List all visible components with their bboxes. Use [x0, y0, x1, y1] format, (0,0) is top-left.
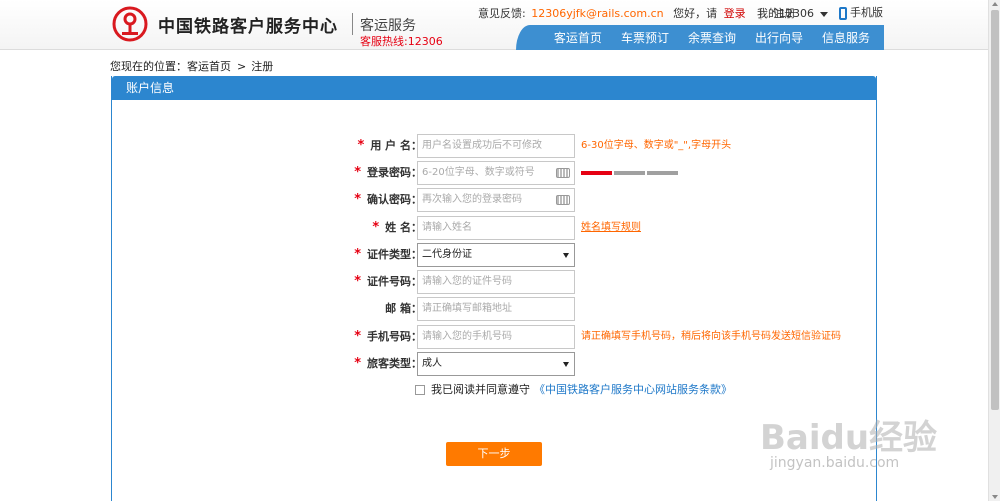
username-label: * 用 户 名： — [357, 138, 422, 153]
panel-title: 账户信息 — [112, 76, 876, 100]
keyboard-icon[interactable] — [556, 168, 570, 178]
required-mark: * — [372, 220, 380, 235]
breadcrumb-home-link[interactable]: 客运首页 — [187, 60, 231, 73]
dropdown-arrow-icon — [563, 253, 569, 258]
next-step-button[interactable]: 下一步 — [446, 442, 542, 466]
scroll-down-arrow-icon[interactable] — [992, 495, 998, 499]
required-mark: * — [354, 247, 361, 262]
id-type-row: * 证件类型： 二代身份证 — [112, 243, 878, 267]
required-mark: * — [354, 356, 361, 371]
agreement-row: 我已阅读并同意遵守 《中国铁路客户服务中心网站服务条款》 — [415, 383, 732, 397]
name-row: * 姓 名： 请输入姓名 姓名填写规则 — [112, 216, 878, 240]
agree-text: 我已阅读并同意遵守 — [431, 383, 530, 396]
page: 中国铁路客户服务中心 客运服务 客服热线:12306 意见反馈: 12306yj… — [0, 0, 1000, 501]
required-mark: * — [354, 192, 361, 207]
login-link[interactable]: 登录 — [724, 5, 746, 21]
top-links: 意见反馈: 12306yjfk@rails.com.cn 您好，请 登录 | 注… — [478, 5, 795, 21]
required-mark: * — [354, 165, 361, 180]
greeting-text: 您好，请 — [673, 7, 718, 20]
dropdown-arrow-icon — [563, 362, 569, 367]
password-strength-meter — [581, 171, 678, 175]
id-number-row: * 证件号码： 请输入您的证件号码 — [112, 270, 878, 294]
nav-item-home[interactable]: 客运首页 — [554, 29, 602, 46]
scrollbar-thumb[interactable] — [991, 10, 999, 410]
strength-segment — [647, 171, 678, 175]
site-subtitle: 客运服务 — [360, 18, 416, 34]
required-mark: * — [354, 329, 361, 344]
password-row: * 登录密码： 6-20位字母、数字或符号 — [112, 161, 878, 185]
chevron-down-icon — [820, 11, 828, 17]
strength-segment — [614, 171, 645, 175]
name-rules-link[interactable]: 姓名填写规则 — [581, 216, 641, 240]
email-input[interactable]: 请正确填写邮箱地址 — [417, 297, 575, 321]
passenger-type-label: * 旅客类型： — [354, 356, 422, 371]
logo-divider — [352, 13, 353, 35]
phone-label: * 手机号码： — [354, 329, 422, 344]
feedback-label: 意见反馈: — [478, 7, 526, 20]
id-number-input[interactable]: 请输入您的证件号码 — [417, 270, 575, 294]
phone-hint: 请正确填写手机号码，稍后将向该手机号码发送短信验证码 — [581, 331, 841, 342]
name-input[interactable]: 请输入姓名 — [417, 216, 575, 240]
required-mark: * — [357, 138, 365, 153]
phone-input[interactable]: 请输入您的手机号码 — [417, 325, 575, 349]
passenger-type-select[interactable]: 成人 — [417, 352, 575, 376]
strength-segment — [581, 171, 612, 175]
password-input[interactable]: 6-20位字母、数字或符号 — [417, 161, 575, 185]
confirm-password-input[interactable]: 再次输入您的登录密码 — [417, 188, 575, 212]
id-type-select[interactable]: 二代身份证 — [417, 243, 575, 267]
breadcrumb: 您现在的位置：客运首页 > 注册 — [110, 58, 273, 74]
terms-link[interactable]: 《中国铁路客户服务中心网站服务条款》 — [534, 383, 732, 396]
keyboard-icon[interactable] — [556, 195, 570, 205]
id-number-label: * 证件号码： — [354, 274, 422, 289]
phone-row: * 手机号码： 请输入您的手机号码 请正确填写手机号码，稍后将向该手机号码发送短信… — [112, 325, 878, 349]
confirm-password-row: * 确认密码： 再次输入您的登录密码 — [112, 188, 878, 212]
my-account-label: 我的12306 — [757, 7, 814, 20]
my-account-menu[interactable]: 我的12306 — [757, 5, 828, 21]
nav-item-remaining-tickets[interactable]: 余票查询 — [688, 29, 736, 46]
nav-item-info-service[interactable]: 信息服务 — [822, 29, 870, 46]
username-row: * 用 户 名： 用户名设置成功后不可修改 6-30位字母、数字或"_",字母开头 — [112, 134, 878, 158]
username-input[interactable]: 用户名设置成功后不可修改 — [417, 134, 575, 158]
mobile-version-link[interactable]: 手机版 — [839, 4, 883, 20]
scroll-up-arrow-icon[interactable] — [992, 2, 998, 6]
railway-logo-icon[interactable] — [112, 6, 148, 42]
required-mark: * — [354, 274, 361, 289]
breadcrumb-prefix: 您现在的位置： — [110, 60, 187, 73]
main-nav: 客运首页 车票预订 余票查询 出行向导 信息服务 — [516, 25, 884, 50]
confirm-password-label: * 确认密码： — [354, 192, 422, 207]
agree-checkbox[interactable] — [415, 385, 425, 395]
breadcrumb-separator: > — [237, 60, 247, 73]
nav-item-travel-guide[interactable]: 出行向导 — [755, 29, 803, 46]
password-label: * 登录密码： — [354, 165, 422, 180]
watermark-main: Baidu经验 — [760, 418, 938, 458]
username-hint: 6-30位字母、数字或"_",字母开头 — [581, 140, 732, 151]
hotline: 客服热线:12306 — [360, 35, 443, 48]
id-type-label: * 证件类型： — [354, 247, 422, 262]
nav-item-ticket-booking[interactable]: 车票预订 — [621, 29, 669, 46]
passenger-type-row: * 旅客类型： 成人 — [112, 352, 878, 376]
site-title: 中国铁路客户服务中心 — [158, 17, 338, 37]
watermark-sub: jingyan.baidu.com — [770, 455, 900, 471]
site-header: 中国铁路客户服务中心 客运服务 客服热线:12306 意见反馈: 12306yj… — [0, 0, 988, 50]
mobile-version-label: 手机版 — [850, 6, 883, 19]
baidu-watermark: Baidu经验 jingyan.baidu.com — [760, 410, 980, 480]
breadcrumb-current: 注册 — [251, 60, 274, 73]
name-label: * 姓 名： — [372, 220, 422, 235]
email-row: 邮 箱： 请正确填写邮箱地址 — [112, 297, 878, 321]
phone-icon — [839, 6, 847, 20]
page-scrollbar[interactable] — [988, 0, 1000, 501]
feedback-email-link[interactable]: 12306yjfk@rails.com.cn — [531, 7, 663, 20]
